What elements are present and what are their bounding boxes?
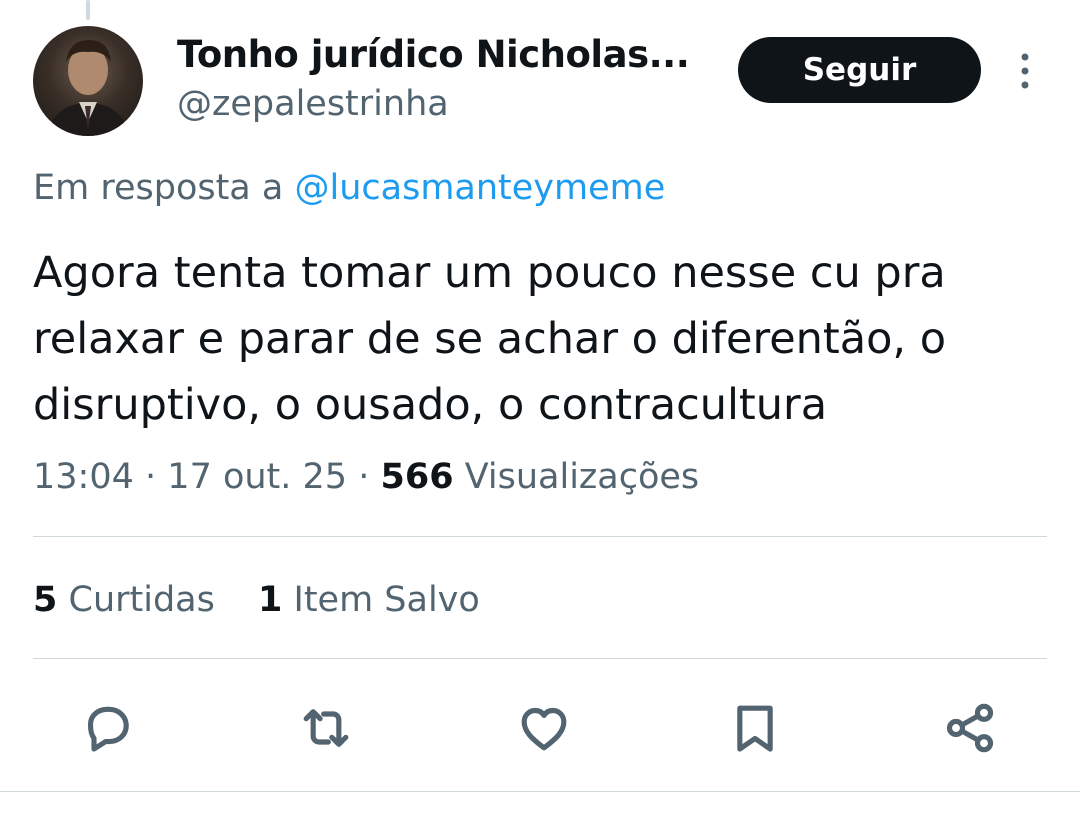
follow-button[interactable]: Seguir — [738, 37, 981, 103]
retweet-button[interactable] — [298, 700, 354, 756]
reply-button[interactable] — [80, 700, 136, 756]
engagement-stats: 5 Curtidas 1 Item Salvo — [33, 580, 512, 620]
bottom-divider — [0, 791, 1080, 792]
divider — [33, 658, 1047, 659]
bookmark-icon — [737, 705, 773, 752]
meta-separator: · — [358, 457, 370, 497]
divider — [33, 536, 1047, 537]
share-button[interactable] — [942, 700, 998, 756]
reply-mention-link[interactable]: @lucasmanteymeme — [294, 168, 665, 208]
share-icon — [946, 703, 994, 753]
saves-count: 1 — [258, 580, 283, 620]
reply-icon — [87, 706, 129, 752]
views-label: Visualizações — [464, 457, 700, 497]
tweet-time[interactable]: 13:04 — [33, 457, 134, 497]
retweet-icon — [303, 709, 349, 747]
avatar[interactable] — [33, 26, 143, 136]
meta-separator: · — [145, 457, 157, 497]
more-options-icon[interactable] — [1010, 50, 1040, 92]
views-count: 566 — [380, 457, 454, 497]
saves-stat[interactable]: 1 Item Salvo — [258, 580, 480, 620]
like-button[interactable] — [516, 700, 572, 756]
likes-count: 5 — [33, 580, 58, 620]
likes-label: Curtidas — [68, 580, 215, 620]
likes-stat[interactable]: 5 Curtidas — [33, 580, 215, 620]
bookmark-button[interactable] — [727, 700, 783, 756]
tweet-date[interactable]: 17 out. 25 — [167, 457, 347, 497]
thread-connector-line — [86, 0, 90, 20]
avatar-image — [47, 40, 129, 136]
heart-icon — [521, 707, 567, 751]
author-handle[interactable]: @zepalestrinha — [177, 84, 449, 124]
author-display-name[interactable]: Tonho jurídico Nicholas... — [177, 33, 690, 76]
tweet-text: Agora tenta tomar um pouco nesse cu pra … — [33, 248, 947, 430]
saves-label: Item Salvo — [293, 580, 480, 620]
reply-prefix: Em resposta a — [33, 168, 284, 208]
tweet-metadata: 13:04 · 17 out. 25 · 566 Visualizações — [33, 457, 699, 497]
reply-context: Em resposta a @lucasmanteymeme — [33, 168, 665, 208]
